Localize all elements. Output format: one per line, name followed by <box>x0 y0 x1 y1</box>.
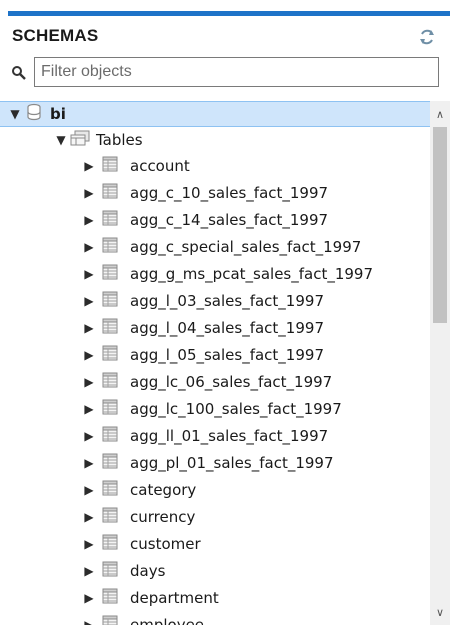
tree-item-table[interactable]: ▶ agg_l_03_sales_fact_1997 <box>0 288 432 314</box>
expand-arrow-icon[interactable]: ▶ <box>82 294 96 308</box>
tree-item-table[interactable]: ▶ currency <box>0 504 432 530</box>
table-name: agg_lc_06_sales_fact_1997 <box>130 373 333 391</box>
group-label: Tables <box>96 131 143 149</box>
scroll-thumb[interactable] <box>433 127 447 323</box>
table-name: agg_pl_01_sales_fact_1997 <box>130 454 334 472</box>
expand-arrow-icon[interactable]: ▶ <box>82 375 96 389</box>
table-name: agg_l_04_sales_fact_1997 <box>130 319 324 337</box>
table-name: days <box>130 562 166 580</box>
table-name: currency <box>130 508 196 526</box>
expand-arrow-icon[interactable]: ▶ <box>82 564 96 578</box>
table-name: agg_ll_01_sales_fact_1997 <box>130 427 329 445</box>
expand-arrow-icon[interactable]: ▶ <box>82 213 96 227</box>
table-icon <box>102 480 118 500</box>
tree-item-schema-bi[interactable]: ▼ bi <box>0 101 432 127</box>
table-icon <box>102 588 118 608</box>
table-name: agg_lc_100_sales_fact_1997 <box>130 400 342 418</box>
table-name: agg_c_special_sales_fact_1997 <box>130 238 362 256</box>
expand-arrow-icon[interactable]: ▶ <box>82 348 96 362</box>
tree-item-table[interactable]: ▶ agg_l_04_sales_fact_1997 <box>0 315 432 341</box>
schema-name: bi <box>50 105 66 123</box>
table-icon <box>102 345 118 365</box>
table-icon <box>102 156 118 176</box>
tree-item-tables[interactable]: ▼ Tables <box>0 127 432 153</box>
tree-item-table[interactable]: ▶ category <box>0 477 432 503</box>
expand-arrow-icon[interactable]: ▼ <box>8 107 22 121</box>
tree-item-table[interactable]: ▶ days <box>0 558 432 584</box>
table-name: account <box>130 157 190 175</box>
table-icon <box>102 399 118 419</box>
scroll-up-arrow-icon[interactable]: ∧ <box>430 105 450 125</box>
tables-folder-icon <box>70 130 90 150</box>
tree-item-table[interactable]: ▶ agg_lc_100_sales_fact_1997 <box>0 396 432 422</box>
expand-arrow-icon[interactable]: ▶ <box>82 483 96 497</box>
tree-item-table[interactable]: ▶ agg_pl_01_sales_fact_1997 <box>0 450 432 476</box>
table-icon <box>102 534 118 554</box>
tree-item-table[interactable]: ▶ agg_c_14_sales_fact_1997 <box>0 207 432 233</box>
tree-item-table[interactable]: ▶ agg_g_ms_pcat_sales_fact_1997 <box>0 261 432 287</box>
table-icon <box>102 183 118 203</box>
table-icon <box>102 372 118 392</box>
search-row <box>0 57 450 91</box>
tree-item-table[interactable]: ▶ agg_lc_06_sales_fact_1997 <box>0 369 432 395</box>
table-name: agg_l_03_sales_fact_1997 <box>130 292 324 310</box>
tree-item-table[interactable]: ▶ agg_c_10_sales_fact_1997 <box>0 180 432 206</box>
panel-title: SCHEMAS <box>12 26 99 45</box>
table-icon <box>102 453 118 473</box>
expand-arrow-icon[interactable]: ▶ <box>82 321 96 335</box>
tree-item-table[interactable]: ▶ account <box>0 153 432 179</box>
database-icon <box>26 103 42 125</box>
table-icon <box>102 426 118 446</box>
table-icon <box>102 291 118 311</box>
search-icon <box>11 65 27 81</box>
table-name: agg_g_ms_pcat_sales_fact_1997 <box>130 265 374 283</box>
table-name: department <box>130 589 219 607</box>
table-icon <box>102 264 118 284</box>
schema-tree: ▼ bi ▼ Tables ▶ account ▶ agg_c_10_sales… <box>0 101 432 625</box>
expand-arrow-icon[interactable]: ▶ <box>82 429 96 443</box>
tree-item-table[interactable]: ▶ employee <box>0 612 432 625</box>
expand-arrow-icon[interactable]: ▶ <box>82 618 96 625</box>
table-icon <box>102 507 118 527</box>
table-name: agg_l_05_sales_fact_1997 <box>130 346 324 364</box>
expand-arrow-icon[interactable]: ▶ <box>82 537 96 551</box>
table-name: agg_c_14_sales_fact_1997 <box>130 211 329 229</box>
tree-item-table[interactable]: ▶ agg_ll_01_sales_fact_1997 <box>0 423 432 449</box>
tree-item-table[interactable]: ▶ agg_l_05_sales_fact_1997 <box>0 342 432 368</box>
refresh-icon[interactable] <box>418 28 436 46</box>
expand-arrow-icon[interactable]: ▶ <box>82 267 96 281</box>
vertical-scrollbar[interactable]: ∧ ∨ <box>430 101 450 625</box>
panel-header: SCHEMAS <box>0 16 450 56</box>
filter-objects-input[interactable] <box>34 57 439 87</box>
expand-arrow-icon[interactable]: ▼ <box>54 133 68 147</box>
expand-arrow-icon[interactable]: ▶ <box>82 159 96 173</box>
table-icon <box>102 210 118 230</box>
schemas-panel: SCHEMAS ▼ <box>0 0 450 625</box>
expand-arrow-icon[interactable]: ▶ <box>82 510 96 524</box>
expand-arrow-icon[interactable]: ▶ <box>82 186 96 200</box>
tree-item-table[interactable]: ▶ department <box>0 585 432 611</box>
table-name: employee <box>130 616 205 625</box>
tree-item-table[interactable]: ▶ agg_c_special_sales_fact_1997 <box>0 234 432 260</box>
table-name: agg_c_10_sales_fact_1997 <box>130 184 329 202</box>
table-icon <box>102 615 118 625</box>
scroll-down-arrow-icon[interactable]: ∨ <box>430 603 450 623</box>
expand-arrow-icon[interactable]: ▶ <box>82 402 96 416</box>
table-icon <box>102 237 118 257</box>
tree-item-table[interactable]: ▶ customer <box>0 531 432 557</box>
table-name: category <box>130 481 197 499</box>
table-name: customer <box>130 535 201 553</box>
expand-arrow-icon[interactable]: ▶ <box>82 240 96 254</box>
expand-arrow-icon[interactable]: ▶ <box>82 591 96 605</box>
table-icon <box>102 561 118 581</box>
expand-arrow-icon[interactable]: ▶ <box>82 456 96 470</box>
table-icon <box>102 318 118 338</box>
